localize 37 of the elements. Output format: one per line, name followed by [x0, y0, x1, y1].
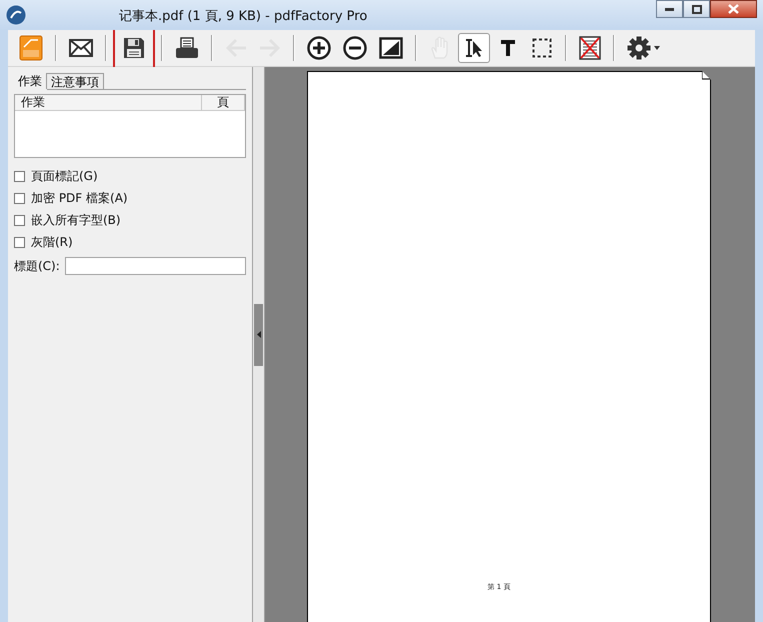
text-tool-icon — [500, 39, 516, 57]
minimize-button[interactable] — [656, 0, 683, 18]
job-list[interactable]: 作業 頁 — [14, 94, 246, 158]
checkbox[interactable] — [14, 170, 25, 182]
app-logo-icon — [6, 5, 26, 25]
checkbox[interactable] — [14, 192, 25, 204]
checkbox[interactable] — [14, 236, 25, 248]
maximize-icon — [692, 4, 702, 14]
column-header[interactable]: 頁 — [202, 95, 245, 110]
zoom-out-icon — [343, 36, 367, 60]
close-button[interactable] — [710, 0, 757, 18]
panel-tab[interactable]: 作業 — [13, 72, 47, 90]
checkbox-label: 加密 PDF 檔案(A) — [31, 190, 128, 206]
zoom-in-icon — [307, 36, 331, 60]
dashed-selection-icon — [532, 38, 552, 58]
splitter-handle[interactable] — [254, 304, 263, 366]
panel-tab[interactable]: 注意事項 — [46, 73, 104, 89]
fit-page-icon — [379, 37, 403, 59]
checkbox[interactable] — [14, 214, 25, 226]
window-title: 记事本.pdf (1 頁, 9 KB) - pdfFactory Pro — [119, 8, 368, 25]
maximize-button[interactable] — [683, 0, 710, 18]
pdf-document-icon — [19, 35, 43, 61]
minimize-icon — [665, 8, 674, 10]
checkbox-label: 嵌入所有字型(B) — [31, 212, 121, 228]
checkbox-label: 頁面標記(G) — [31, 168, 98, 184]
column-header[interactable]: 作業 — [15, 95, 202, 110]
text-select-cursor-icon — [464, 38, 484, 58]
title-field[interactable] — [64, 257, 246, 275]
checkbox-label: 灰階(R) — [31, 234, 73, 250]
envelope-icon — [69, 39, 93, 57]
gear-icon — [627, 36, 661, 60]
crossed-page-icon — [579, 36, 601, 60]
select-tool-button[interactable] — [458, 33, 490, 63]
close-icon — [728, 4, 739, 14]
title-label: 標題(C): — [14, 258, 60, 274]
collapse-arrow-icon — [256, 331, 260, 338]
printer-icon — [175, 37, 199, 59]
